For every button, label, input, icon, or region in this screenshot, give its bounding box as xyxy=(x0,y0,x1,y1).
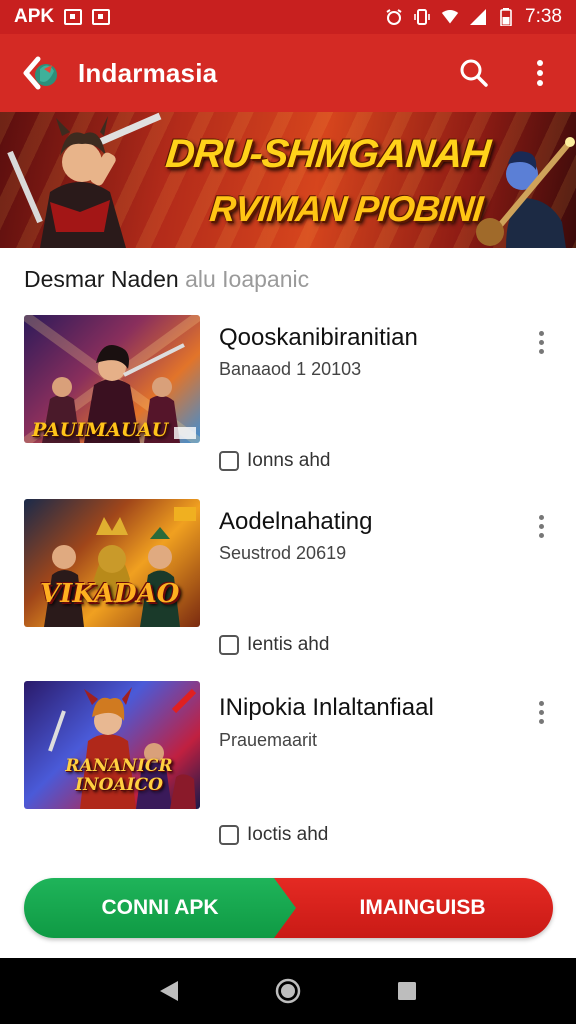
list-item[interactable]: VIKADAO Aodelnahating Seustrod 20619 Ien… xyxy=(0,484,576,655)
download-checkbox[interactable] xyxy=(219,451,239,471)
item-title: Aodelnahating xyxy=(219,508,373,535)
back-triangle-icon xyxy=(160,981,179,1001)
more-vert-icon xyxy=(537,60,543,86)
vibrate-icon xyxy=(413,8,431,26)
thumbnail-title: RANANICR INOAICO xyxy=(65,756,173,795)
system-navigation-bar xyxy=(0,958,576,1024)
notification-icon xyxy=(92,9,111,25)
app-logo-icon xyxy=(23,56,57,90)
banner-hero-right-illustration xyxy=(476,137,575,248)
section-title: Desmar Naden alu Ioapanic xyxy=(24,266,309,293)
section-title-faded: alu Ioapanic xyxy=(185,266,310,292)
nav-recents-button[interactable] xyxy=(387,971,427,1011)
game-thumbnail: PAUIMAUAU xyxy=(24,315,200,443)
thumbnail-title: VIKADAO xyxy=(40,579,180,609)
notification-icon xyxy=(64,9,83,25)
item-menu-button[interactable] xyxy=(528,697,554,727)
item-title: INipokia Inlaltanfiaal xyxy=(219,694,434,721)
action-button-group: CONNI APK IMAINGUISB xyxy=(24,878,553,938)
item-menu-button[interactable] xyxy=(528,511,554,541)
item-meta: Ientis ahd xyxy=(219,634,329,656)
overflow-menu-button[interactable] xyxy=(522,55,558,91)
game-thumbnail: RANANICR INOAICO xyxy=(24,681,200,809)
nav-back-button[interactable] xyxy=(149,971,189,1011)
game-thumbnail: VIKADAO xyxy=(24,499,200,627)
item-subtitle: Prauemaarit xyxy=(219,730,318,750)
search-button[interactable] xyxy=(456,55,492,91)
battery-icon xyxy=(497,8,515,26)
promo-banner[interactable]: DRU-SHMGANAH RVIMAN PIOBINI xyxy=(0,112,576,248)
section-title-main: Desmar Naden xyxy=(24,266,179,292)
secondary-action-button[interactable]: IMAINGUISB xyxy=(272,878,553,938)
back-button[interactable] xyxy=(18,51,62,95)
banner-headline: DRU-SHMGANAH xyxy=(163,132,492,176)
recents-square-icon xyxy=(397,982,416,1000)
app-title: Indarmasia xyxy=(78,57,218,88)
list-item[interactable]: PAUIMAUAU Qooskanibiranitian Banaaod 1 2… xyxy=(0,300,576,471)
item-meta-text: Ionns ahd xyxy=(247,450,331,471)
download-apk-button[interactable]: CONNI APK xyxy=(24,878,296,938)
item-menu-button[interactable] xyxy=(528,327,554,357)
download-checkbox[interactable] xyxy=(219,825,239,845)
app-bar: Indarmasia xyxy=(0,34,576,112)
banner-hero-left-illustration xyxy=(7,112,162,248)
nav-home-button[interactable] xyxy=(268,971,308,1011)
wifi-icon xyxy=(441,8,459,26)
search-icon xyxy=(460,59,488,87)
item-meta-text: Ientis ahd xyxy=(247,634,330,655)
download-checkbox[interactable] xyxy=(219,635,239,655)
item-meta: Ionns ahd xyxy=(219,450,330,472)
alarm-icon xyxy=(385,8,403,26)
list-item[interactable]: RANANICR INOAICO INipokia Inlaltanfiaal … xyxy=(0,666,576,845)
status-bar: APK 7:38 xyxy=(0,0,576,34)
item-title: Qooskanibiranitian xyxy=(219,324,418,351)
status-app-label: APK xyxy=(14,6,55,27)
item-meta-text: Ioctis ahd xyxy=(247,824,329,845)
item-subtitle: Banaaod 1 20103 xyxy=(219,359,362,379)
status-time: 7:38 xyxy=(525,6,562,27)
item-subtitle: Seustrod 20619 xyxy=(219,543,347,563)
item-meta: Ioctis ahd xyxy=(219,824,328,846)
home-circle-icon xyxy=(275,978,301,1004)
signal-icon xyxy=(469,8,487,26)
thumbnail-title: PAUIMAUAU xyxy=(32,419,169,441)
banner-subheadline: RVIMAN PIOBINI xyxy=(207,188,485,229)
